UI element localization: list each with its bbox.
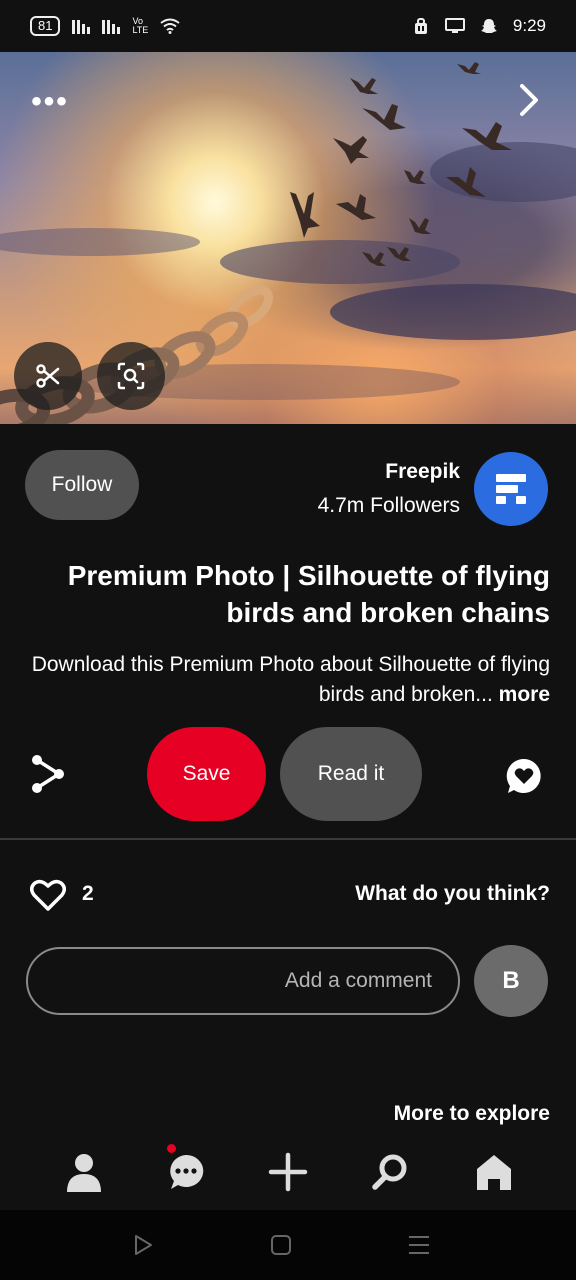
more-to-explore-heading: More to explore	[393, 1102, 550, 1125]
status-bar-right: 9:29	[411, 16, 546, 36]
comment-prompt: What do you think?	[355, 882, 550, 905]
status-bar: 81 Vo LTE 9:29	[0, 0, 576, 52]
wifi-icon	[160, 18, 180, 34]
birds-and-chains-illustration	[0, 62, 576, 424]
clock: 9:29	[512, 16, 546, 35]
crop-button[interactable]	[14, 342, 82, 410]
user-avatar[interactable]: B	[474, 945, 548, 1017]
nav-messages[interactable]	[164, 1150, 208, 1194]
search-icon	[372, 1154, 407, 1190]
divider	[0, 838, 576, 840]
creator-avatar[interactable]	[474, 452, 548, 526]
scissors-icon	[36, 364, 60, 388]
chevron-right-icon	[520, 84, 538, 116]
pin-description-text: Download this Premium Photo about Silhou…	[31, 653, 550, 706]
more-link[interactable]: more	[499, 683, 550, 706]
pin-description: Download this Premium Photo about Silhou…	[20, 650, 550, 710]
chat-icon	[170, 1154, 204, 1189]
follow-button[interactable]: Follow	[25, 450, 139, 520]
share-button[interactable]	[27, 752, 69, 796]
next-button[interactable]	[514, 80, 544, 120]
back-icon[interactable]	[130, 1232, 156, 1258]
visual-search-button[interactable]	[97, 342, 165, 410]
creator-row: Follow Freepik 4.7m Followers	[0, 424, 576, 544]
volte-icon: Vo LTE	[132, 16, 149, 35]
save-button[interactable]: Save	[147, 727, 266, 821]
plus-icon	[268, 1152, 308, 1192]
like-count: 2	[82, 882, 94, 905]
recents-icon[interactable]	[406, 1232, 432, 1258]
more-options-button[interactable]: •••	[30, 85, 70, 118]
share-icon	[32, 755, 64, 793]
home-icon	[477, 1155, 511, 1190]
nav-search[interactable]	[368, 1150, 412, 1194]
pin-title: Premium Photo | Silhouette of flying bir…	[67, 560, 550, 628]
comment-input[interactable]	[26, 947, 460, 1015]
nav-home[interactable]	[472, 1150, 516, 1194]
system-navigation-bar	[0, 1210, 576, 1280]
comment-heart-icon	[506, 758, 541, 793]
profile-icon	[67, 1154, 101, 1192]
creator-name[interactable]: Freepik	[385, 460, 460, 484]
lens-search-icon	[117, 362, 145, 390]
home-square-icon[interactable]	[268, 1232, 294, 1258]
signal-icon	[102, 18, 121, 34]
freepik-logo-icon	[496, 474, 526, 504]
battery-icon: 81	[30, 16, 61, 36]
heart-icon	[30, 879, 66, 911]
lock-icon	[414, 18, 427, 34]
more-icon: •••	[31, 85, 69, 118]
like-button[interactable]	[30, 878, 66, 912]
signal-icon	[72, 18, 91, 34]
nav-create[interactable]	[266, 1150, 310, 1194]
pin-image[interactable]: •••	[0, 52, 576, 424]
comment-button[interactable]	[504, 756, 544, 796]
snapchat-icon	[480, 19, 497, 33]
status-bar-left: 81 Vo LTE	[30, 16, 180, 36]
nav-profile[interactable]	[62, 1150, 106, 1194]
creator-followers: 4.7m Followers	[317, 494, 460, 517]
screen-icon	[444, 18, 465, 33]
read-it-button[interactable]: Read it	[280, 727, 422, 821]
